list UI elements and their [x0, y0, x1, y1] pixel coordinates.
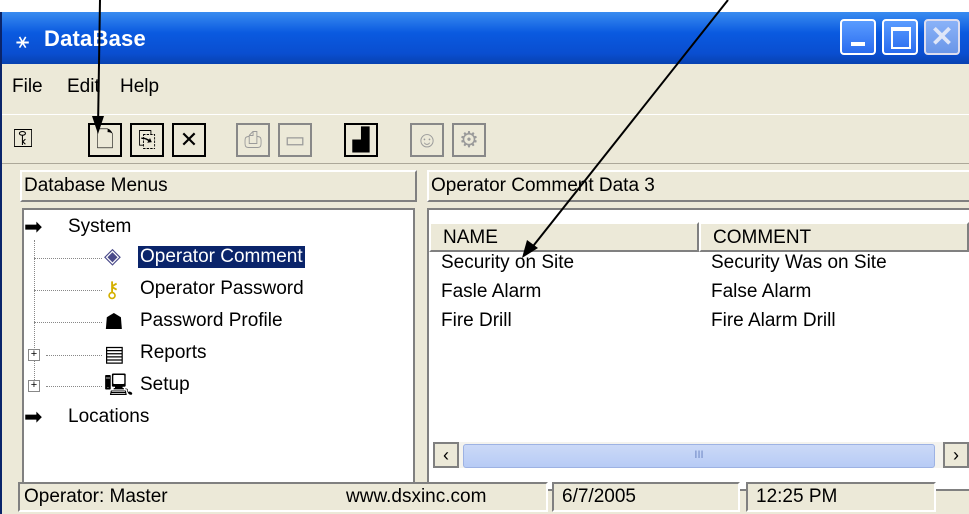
comment-icon: ◈ — [104, 243, 121, 268]
maximize-button[interactable] — [882, 19, 918, 55]
status-date-text: 6/7/2005 — [562, 486, 636, 507]
new-button[interactable]: 🗋 — [88, 123, 122, 157]
print-preview-icon: ▭ — [284, 127, 306, 152]
maximize-icon — [884, 21, 916, 53]
new-document-icon: 🗋 — [96, 127, 114, 152]
delete-button[interactable]: ✕ — [172, 123, 206, 157]
table-row-comment[interactable]: Security Was on Site — [711, 252, 887, 274]
left-panel-header: Database Menus — [20, 170, 417, 202]
database-app-icon: ⚹ — [16, 28, 30, 53]
report-button[interactable]: ▟ — [344, 123, 378, 157]
user-icon: ☺ — [415, 127, 439, 152]
right-panel-header: Operator Comment Data 3 — [427, 170, 969, 202]
exit-key-icon: ⚿ — [13, 123, 33, 153]
chart-icon: ▟ — [352, 127, 370, 152]
tree-node-system[interactable]: System — [68, 216, 131, 238]
user-button[interactable]: ☺ — [410, 123, 444, 157]
scroll-left-button[interactable]: ‹ — [433, 442, 459, 468]
status-time: 12:25 PM — [746, 482, 936, 512]
print-icon: ⎙ — [244, 127, 262, 152]
table-row-name[interactable]: Fasle Alarm — [441, 281, 541, 303]
status-time-text: 12:25 PM — [756, 486, 838, 507]
status-date: 6/7/2005 — [552, 482, 740, 512]
column-header-comment[interactable]: COMMENT — [699, 222, 969, 252]
table-row-name[interactable]: Security on Site — [441, 252, 574, 274]
reports-icon: ▤ — [104, 341, 125, 366]
user-settings-icon: ⚙ — [459, 127, 479, 152]
chevron-left-icon: ‹ — [443, 445, 449, 465]
close-button[interactable]: ✕ — [924, 19, 960, 55]
tree-node-password-profile[interactable]: Password Profile — [140, 310, 283, 332]
computer-icon: 🖳 — [104, 372, 134, 397]
tree-line — [34, 258, 102, 259]
table-row-comment[interactable]: False Alarm — [711, 281, 811, 303]
arrow-right-icon: ➡ — [24, 214, 43, 239]
chevron-right-icon: › — [953, 445, 959, 465]
tree-line — [34, 290, 102, 291]
tree-node-reports[interactable]: Reports — [140, 342, 207, 364]
column-header-name[interactable]: NAME — [429, 222, 699, 252]
print-preview-button[interactable]: ▭ — [278, 123, 312, 157]
status-operator-text: Operator: Master — [24, 486, 168, 507]
close-icon: ✕ — [930, 21, 954, 52]
database-window: ⚹ DataBase ✕ File Edit Help ⚿ 🗋 ⎘ ✕ ⎙ ▭ … — [0, 12, 969, 514]
window-title: DataBase — [44, 26, 146, 51]
delete-icon: ✕ — [179, 127, 199, 152]
tree-node-operator-password[interactable]: Operator Password — [140, 278, 304, 300]
expand-reports-icon[interactable]: + — [28, 349, 40, 361]
tree-line — [46, 355, 102, 356]
copy-icon: ⎘ — [138, 127, 156, 152]
status-operator: Operator: Master www.dsxinc.com — [18, 482, 548, 512]
horizontal-scrollbar[interactable]: ‹ III › — [433, 442, 969, 468]
copy-button[interactable]: ⎘ — [130, 123, 164, 157]
minimize-icon — [842, 21, 874, 53]
key-icon: ⚷ — [104, 277, 121, 302]
toolbar: ⚿ 🗋 ⎘ ✕ ⎙ ▭ ▟ ☺ ⚙ — [2, 114, 969, 164]
menu-edit[interactable]: Edit — [67, 76, 100, 98]
scroll-grip: III — [694, 449, 704, 461]
table-row-comment[interactable]: Fire Alarm Drill — [711, 310, 836, 332]
exit-button[interactable]: ⚿ — [6, 123, 40, 157]
tree-line — [46, 386, 102, 387]
menu-file[interactable]: File — [12, 76, 43, 98]
tree-node-locations[interactable]: Locations — [68, 406, 149, 428]
tree-node-operator-comment[interactable]: Operator Comment — [138, 246, 305, 268]
menu-help[interactable]: Help — [120, 76, 159, 98]
list-view: NAME COMMENT Security on Site Security W… — [427, 208, 969, 491]
tree-view: ➡ System ◈ Operator Comment ⚷ Operator P… — [22, 208, 415, 491]
menu-bar: File Edit Help — [2, 72, 969, 102]
tree-line — [34, 240, 35, 390]
minimize-button[interactable] — [840, 19, 876, 55]
tree-line — [34, 322, 102, 323]
status-site-text: www.dsxinc.com — [346, 486, 487, 507]
arrow-right-icon: ➡ — [24, 404, 43, 429]
password-profile-icon: ☗ — [104, 309, 124, 334]
print-button[interactable]: ⎙ — [236, 123, 270, 157]
tree-node-setup[interactable]: Setup — [140, 374, 190, 396]
expand-setup-icon[interactable]: + — [28, 380, 40, 392]
scroll-thumb[interactable]: III — [463, 444, 935, 468]
table-row-name[interactable]: Fire Drill — [441, 310, 512, 332]
user-settings-button[interactable]: ⚙ — [452, 123, 486, 157]
title-bar[interactable]: ⚹ DataBase ✕ — [2, 12, 969, 64]
scroll-right-button[interactable]: › — [943, 442, 969, 468]
